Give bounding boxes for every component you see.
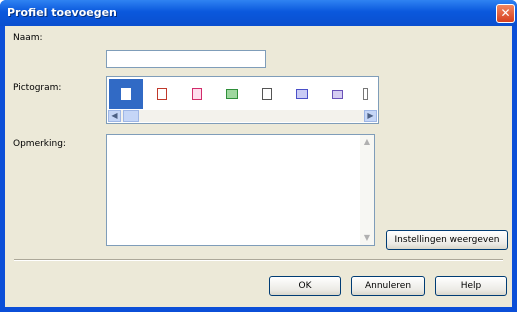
close-button[interactable]: ✕ [496,4,515,23]
red-document-icon [192,88,202,100]
scroll-left-button[interactable]: ◀ [108,110,121,122]
separator [14,259,503,261]
name-input[interactable] [106,50,266,68]
icon-option-red-document[interactable] [180,79,214,109]
remark-textarea[interactable]: ▲ ▼ [106,134,375,246]
scroll-down-button[interactable]: ▼ [360,231,374,245]
icon-option-pen[interactable] [320,79,354,109]
image-icon [226,89,238,99]
add-profile-dialog: Profiel toevoegen ✕ Naam: Pictogram: ◀ ▶… [0,0,517,312]
arrow-down-icon: ▼ [363,233,371,242]
arrow-right-icon: ▶ [367,111,374,120]
icon-picker-scrollbar[interactable]: ◀ ▶ [108,110,377,122]
partial-document-icon [362,88,368,100]
arrow-up-icon: ▲ [363,137,371,146]
title-bar[interactable]: Profiel toevoegen ✕ [0,0,517,26]
icon-label: Pictogram: [13,83,62,93]
show-settings-button[interactable]: Instellingen weergeven [386,230,508,250]
pen-icon [331,89,343,99]
document-icon [121,88,131,100]
icon-option-pencil-document[interactable] [145,79,179,109]
icon-option-image[interactable] [215,79,249,109]
dialog-title: Profiel toevoegen [7,6,117,19]
icon-option-document[interactable] [109,79,143,109]
remark-label: Opmerking: [13,139,66,149]
book-icon [296,89,308,99]
icon-option-book[interactable] [285,79,319,109]
pencil-document-icon [157,88,167,100]
page-icon [262,88,272,100]
icon-option-partial[interactable] [355,79,375,109]
ok-button[interactable]: OK [269,276,341,296]
arrow-left-icon: ◀ [111,111,118,120]
icon-option-page[interactable] [250,79,284,109]
scroll-up-button[interactable]: ▲ [360,135,374,149]
name-label: Naam: [13,33,43,43]
scroll-thumb[interactable] [123,110,139,122]
cancel-button[interactable]: Annuleren [351,276,425,296]
dialog-body: Naam: Pictogram: ◀ ▶ Opmerking: ▲ ▼ Inst… [5,26,512,307]
close-icon: ✕ [500,6,511,20]
remark-scrollbar[interactable]: ▲ ▼ [360,135,374,245]
scroll-right-button[interactable]: ▶ [364,110,377,122]
icon-picker[interactable]: ◀ ▶ [106,76,379,124]
help-button[interactable]: Help [435,276,507,296]
